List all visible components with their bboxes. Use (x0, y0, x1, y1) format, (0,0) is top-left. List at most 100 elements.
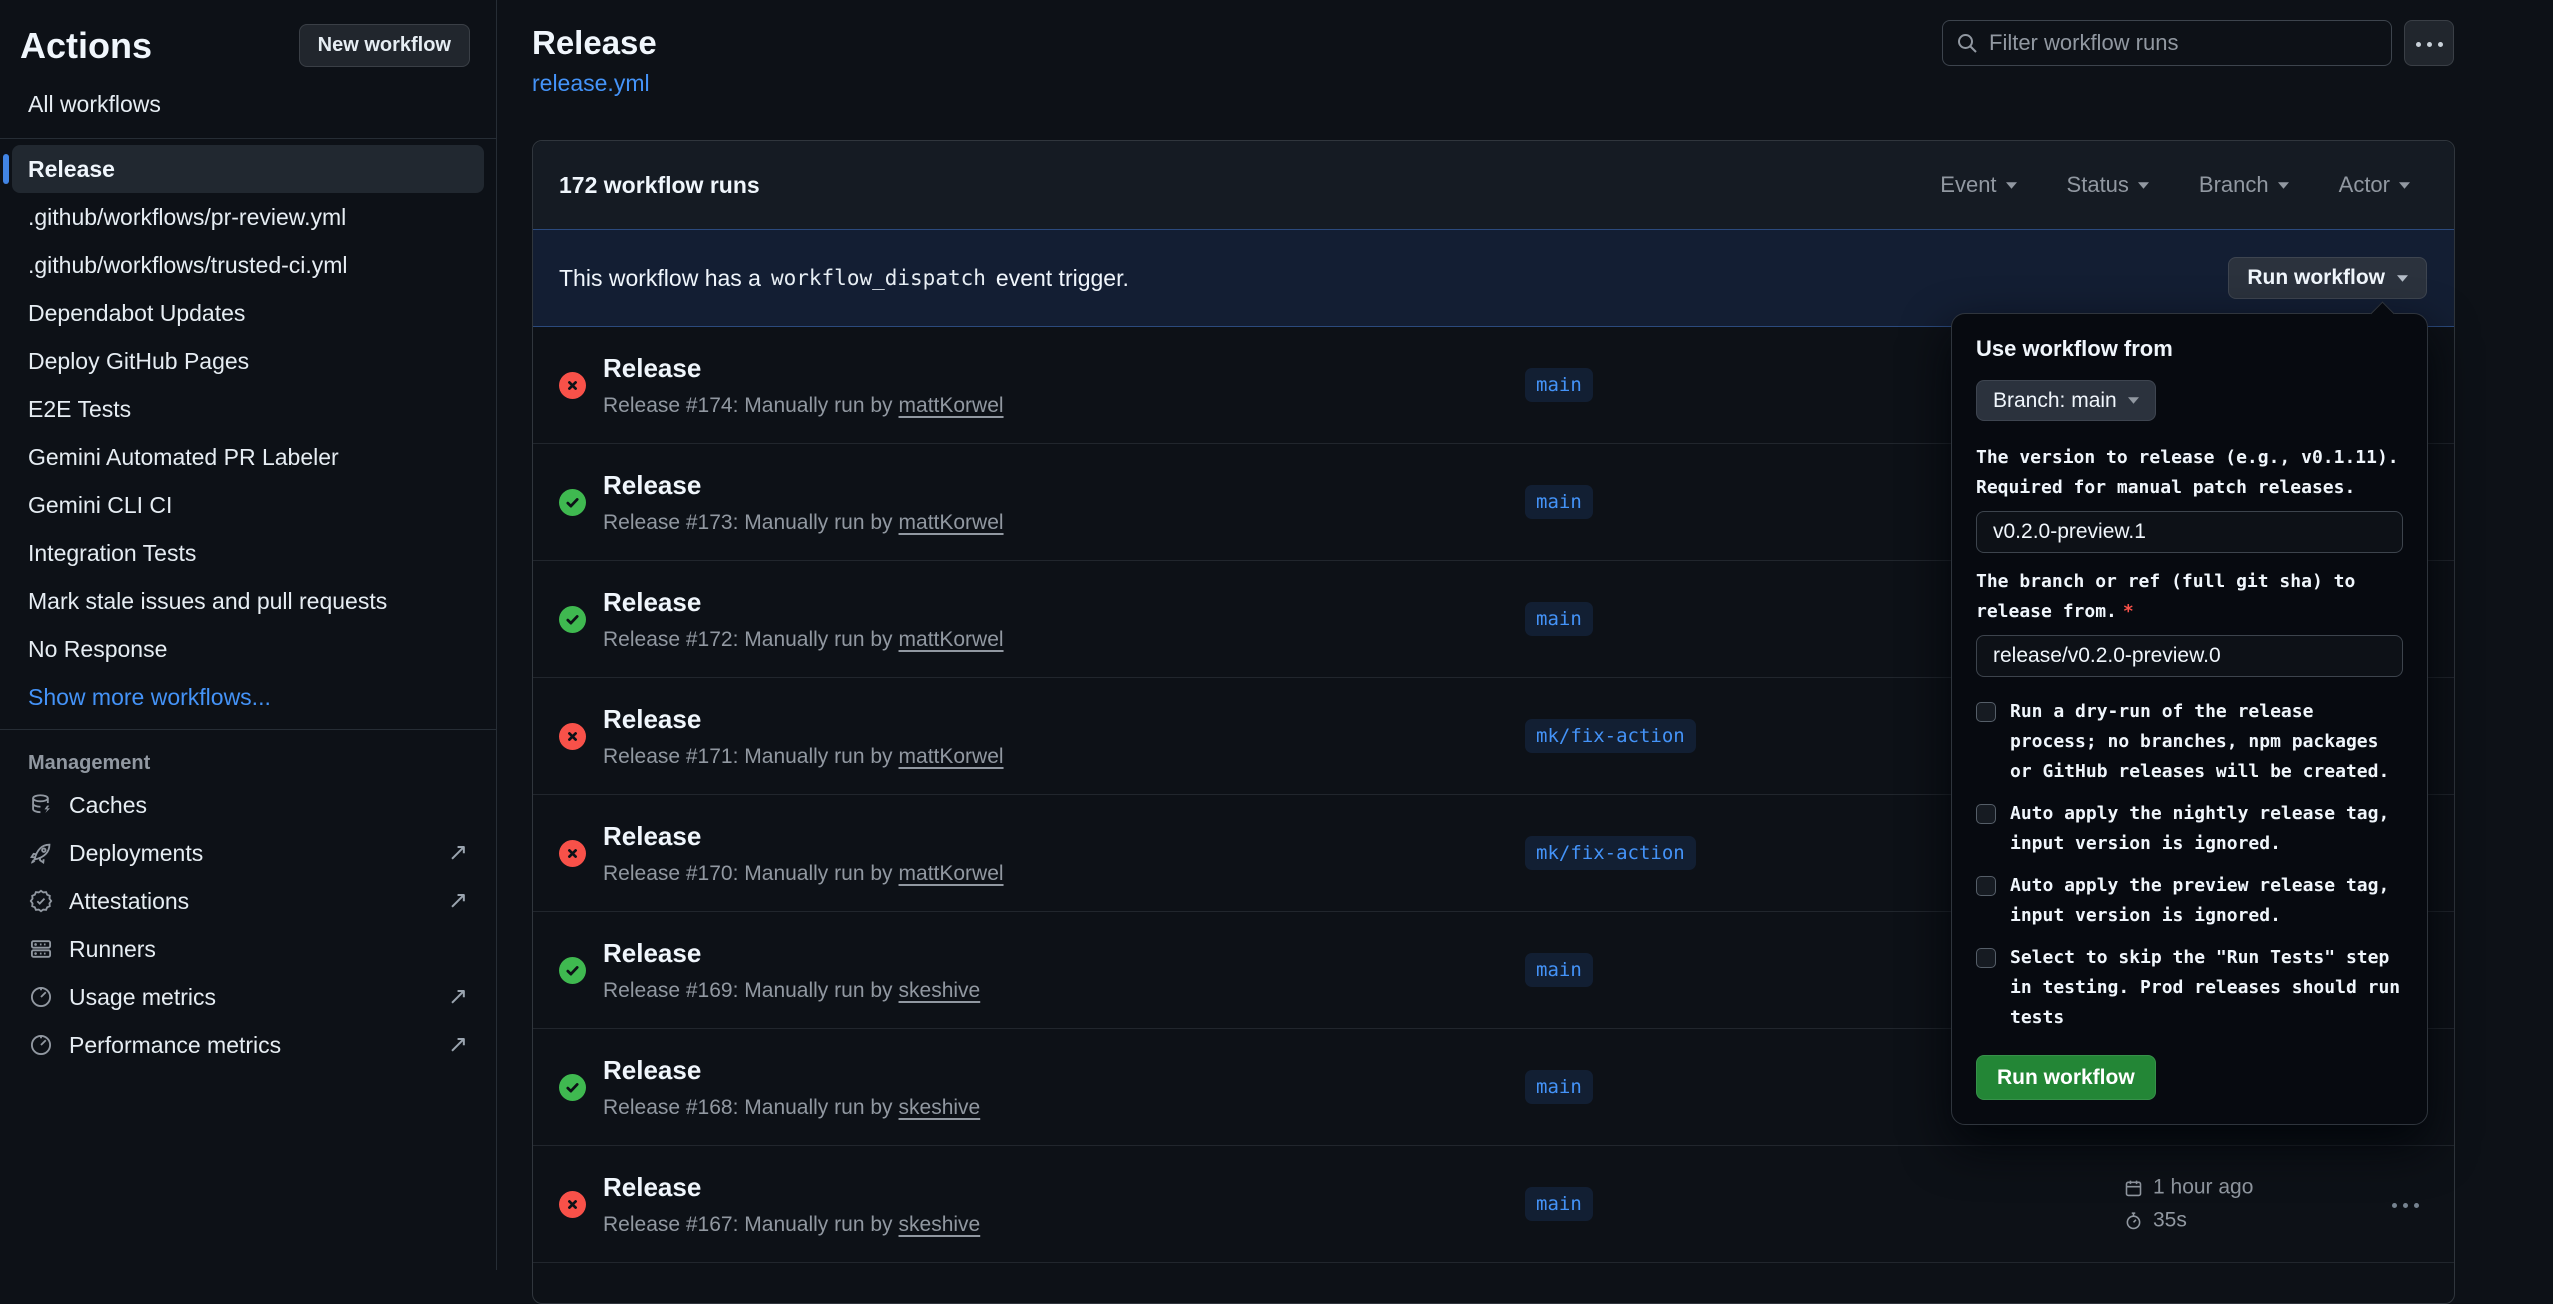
checkbox[interactable] (1976, 702, 1996, 722)
management-label: Deployments (69, 840, 203, 866)
sidebar-item-attestations[interactable]: Attestations ↗ (20, 877, 476, 925)
sidebar-item-caches[interactable]: Caches ↗ (20, 781, 476, 829)
actor-link[interactable]: skeshive (899, 1213, 981, 1236)
sidebar-item-integration-tests[interactable]: Integration Tests (12, 529, 484, 577)
checkbox-label: Auto apply the nightly release tag, inpu… (2010, 799, 2403, 859)
sidebar-item-release[interactable]: Release (12, 145, 484, 193)
runs-filters: Event Status Branch Actor (1940, 172, 2410, 198)
actor-link[interactable]: skeshive (899, 1096, 981, 1119)
sidebar-item-gemini-cli-ci[interactable]: Gemini CLI CI (12, 481, 484, 529)
workflow-label: Dependabot Updates (28, 300, 245, 326)
failure-x-icon (559, 723, 586, 750)
sidebar-item-github-workflows-pr-review-yml[interactable]: .github/workflows/pr-review.yml (12, 193, 484, 241)
chevron-down-icon (2397, 275, 2408, 282)
runs-count: 172 workflow runs (559, 172, 760, 199)
actor-link[interactable]: mattKorwel (899, 511, 1004, 534)
workflow-label: Integration Tests (28, 540, 196, 566)
stopwatch-icon (2123, 1210, 2144, 1231)
branch-badge[interactable]: main (1525, 602, 1593, 636)
filter-event[interactable]: Event (1940, 172, 2016, 198)
actor-link[interactable]: mattKorwel (899, 862, 1004, 885)
run-title-link[interactable]: Release (603, 1172, 980, 1203)
branch-badge[interactable]: mk/fix-action (1525, 836, 1696, 870)
workflow-list: Release .github/workflows/pr-review.yml … (12, 145, 484, 721)
run-description: Release #167: Manually run byskeshive (603, 1213, 980, 1237)
actor-link[interactable]: mattKorwel (899, 394, 1004, 417)
branch-badge[interactable]: main (1525, 368, 1593, 402)
dialog-checkbox-row: Run a dry-run of the release process; no… (1976, 697, 2403, 787)
banner-text: event trigger. (996, 265, 1129, 292)
workflow-file-link[interactable]: release.yml (532, 70, 650, 97)
sidebar-item-dependabot-updates[interactable]: Dependabot Updates (12, 289, 484, 337)
success-check-icon (559, 489, 586, 516)
sidebar-item-runners[interactable]: Runners ↗ (20, 925, 476, 973)
ref-input[interactable] (1976, 635, 2403, 677)
new-workflow-button[interactable]: New workflow (299, 24, 470, 67)
sidebar-item-show-more-workflows[interactable]: Show more workflows... (12, 673, 484, 721)
filter-branch[interactable]: Branch (2199, 172, 2289, 198)
run-workflow-submit-button[interactable]: Run workflow (1976, 1055, 2156, 1100)
run-workflow-dropdown-button[interactable]: Run workflow (2228, 257, 2427, 299)
run-title-link[interactable]: Release (603, 1055, 980, 1086)
sidebar-item-all-workflows[interactable]: All workflows (0, 81, 496, 138)
run-title-link[interactable]: Release (603, 704, 1004, 735)
version-input[interactable] (1976, 511, 2403, 553)
dialog-checkbox-row: Auto apply the nightly release tag, inpu… (1976, 799, 2403, 859)
banner-code: workflow_dispatch (771, 266, 986, 290)
failure-x-icon (559, 1191, 586, 1218)
branch-select-button[interactable]: Branch: main (1976, 380, 2156, 421)
actor-link[interactable]: mattKorwel (899, 745, 1004, 768)
checkbox-label: Auto apply the preview release tag, inpu… (2010, 871, 2403, 931)
actor-link[interactable]: skeshive (899, 979, 981, 1002)
sidebar-divider (0, 138, 496, 139)
workflow-label: Gemini CLI CI (28, 492, 172, 518)
sidebar-item-mark-stale-issues-and-pull-requests[interactable]: Mark stale issues and pull requests (12, 577, 484, 625)
branch-badge[interactable]: main (1525, 1187, 1593, 1221)
ref-help-text: The branch or ref (full git sha) to rele… (1976, 567, 2403, 627)
sidebar-item-deployments[interactable]: Deployments ↗ (20, 829, 476, 877)
branch-badge[interactable]: main (1525, 1070, 1593, 1104)
checkbox[interactable] (1976, 948, 1996, 968)
sidebar-item-deploy-github-pages[interactable]: Deploy GitHub Pages (12, 337, 484, 385)
dialog-title: Use workflow from (1976, 336, 2403, 362)
run-description: Release #168: Manually run byskeshive (603, 1096, 980, 1120)
management-label: Runners (69, 936, 156, 962)
actor-link[interactable]: mattKorwel (899, 628, 1004, 651)
page-title: Release (532, 24, 657, 62)
management-label: Usage metrics (69, 984, 216, 1010)
filter-actor[interactable]: Actor (2339, 172, 2410, 198)
run-options-kebab-button[interactable] (2389, 1195, 2422, 1213)
branch-badge[interactable]: main (1525, 953, 1593, 987)
run-title-link[interactable]: Release (603, 821, 1004, 852)
meter-icon (28, 984, 54, 1010)
workflow-label: Deploy GitHub Pages (28, 348, 249, 374)
run-title-link[interactable]: Release (603, 470, 1004, 501)
checkbox[interactable] (1976, 876, 1996, 896)
external-link-arrow-icon: ↗ (448, 841, 468, 865)
workflow-options-kebab-button[interactable] (2404, 20, 2454, 66)
sidebar-item-gemini-automated-pr-labeler[interactable]: Gemini Automated PR Labeler (12, 433, 484, 481)
run-description: Release #171: Manually run bymattKorwel (603, 745, 1004, 769)
filter-workflow-runs-input[interactable] (1942, 20, 2392, 66)
workflow-label: Mark stale issues and pull requests (28, 588, 387, 614)
kebab-icon (2413, 34, 2446, 52)
run-title-link[interactable]: Release (603, 587, 1004, 618)
run-description: Release #174: Manually run bymattKorwel (603, 394, 1004, 418)
run-title-link[interactable]: Release (603, 938, 980, 969)
chevron-down-icon (2138, 182, 2149, 189)
run-title-link[interactable]: Release (603, 353, 1004, 384)
sidebar-item-e2e-tests[interactable]: E2E Tests (12, 385, 484, 433)
sidebar-item-github-workflows-trusted-ci-yml[interactable]: .github/workflows/trusted-ci.yml (12, 241, 484, 289)
server-icon (28, 936, 54, 962)
sidebar-item-performance-metrics[interactable]: Performance metrics ↗ (20, 1021, 476, 1069)
gauge-icon (28, 1032, 54, 1058)
management-list: Caches ↗ Deployments ↗ Attestations ↗ Ru… (0, 781, 496, 1069)
chevron-down-icon (2006, 182, 2017, 189)
workflow-label: Show more workflows... (28, 684, 271, 710)
sidebar-item-usage-metrics[interactable]: Usage metrics ↗ (20, 973, 476, 1021)
sidebar-item-no-response[interactable]: No Response (12, 625, 484, 673)
checkbox[interactable] (1976, 804, 1996, 824)
branch-badge[interactable]: mk/fix-action (1525, 719, 1696, 753)
branch-badge[interactable]: main (1525, 485, 1593, 519)
filter-status[interactable]: Status (2067, 172, 2149, 198)
